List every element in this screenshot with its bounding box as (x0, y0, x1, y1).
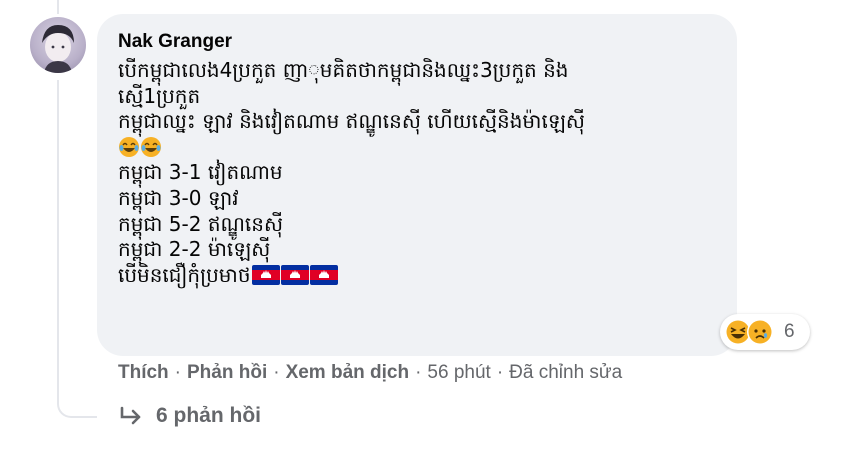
comment-line: បើកម្ពុជាលេង4ប្រកួត ញាុមគិតថាកម្ពុជានិងឈ… (118, 58, 569, 82)
comment-last-line: បើមិនជឿកុំប្រមាថ (118, 263, 717, 289)
timestamp[interactable]: 56 phút (427, 362, 490, 383)
comment-line: កម្ពុជា 3-1 វៀតណាម (118, 160, 283, 185)
view-replies-button[interactable]: 6 phản hồi (118, 404, 261, 428)
comment-line: កម្ពុជាឈ្នះ ឡាវ និងវៀតណាម ឥណ្ឌូនេស៊ី ហើយ… (118, 109, 585, 134)
comment-body: បើកម្ពុជាលេង4ប្រកួត ញាុមគិតថាកម្ពុជានិងឈ… (118, 58, 717, 288)
separator: · (496, 362, 504, 383)
comment-line: កម្ពុជា 2-2 ម៉ាឡេស៊ី (118, 237, 271, 262)
separator: · (174, 362, 181, 383)
comment-line: កម្ពុជា 5-2 ឥណ្ឌូនេស៊ី (118, 211, 284, 236)
comment-line: កម្ពុជា 3-0 ឡាវ (118, 185, 239, 210)
reaction-count: 6 (784, 321, 795, 342)
comment-author[interactable]: Nak Granger (118, 30, 717, 54)
comment-bubble: Nak Granger បើកម្ពុជាលេង4ប្រកួត ញាុមគិតថ… (97, 14, 737, 356)
separator: · (415, 362, 422, 383)
cambodia-flag-icon (251, 264, 280, 285)
reaction-summary[interactable]: 6 (720, 314, 810, 350)
tears-of-joy-emoji-icon (141, 136, 161, 157)
comment-line: ស្មើ1ប្រកួត (118, 83, 201, 108)
replies-label: 6 phản hồi (156, 404, 261, 427)
thread-line-top (57, 0, 59, 14)
like-link[interactable]: Thích (118, 362, 169, 383)
emoji-line (118, 135, 717, 161)
thread-line (57, 80, 59, 402)
thread-connector (57, 360, 97, 418)
edited-label[interactable]: Đã chỉnh sửa (509, 362, 622, 383)
cambodia-flag-icon (280, 264, 309, 285)
avatar-image (42, 25, 74, 73)
reply-link[interactable]: Phản hồi (187, 362, 267, 383)
cambodia-flag-icon (309, 264, 338, 285)
avatar[interactable] (30, 17, 86, 73)
tears-of-joy-emoji-icon (119, 136, 139, 157)
comment-actions: Thích · Phản hồi · Xem bản dịch · 56 phút · Đã c… (118, 361, 622, 385)
see-translation-link[interactable]: Xem bản dịch (286, 362, 410, 383)
separator: · (273, 362, 280, 383)
reply-arrow-icon (120, 406, 141, 425)
comment-line-text: បើមិនជឿកុំប្រមាថ (118, 262, 251, 287)
sad-icon (746, 318, 774, 346)
